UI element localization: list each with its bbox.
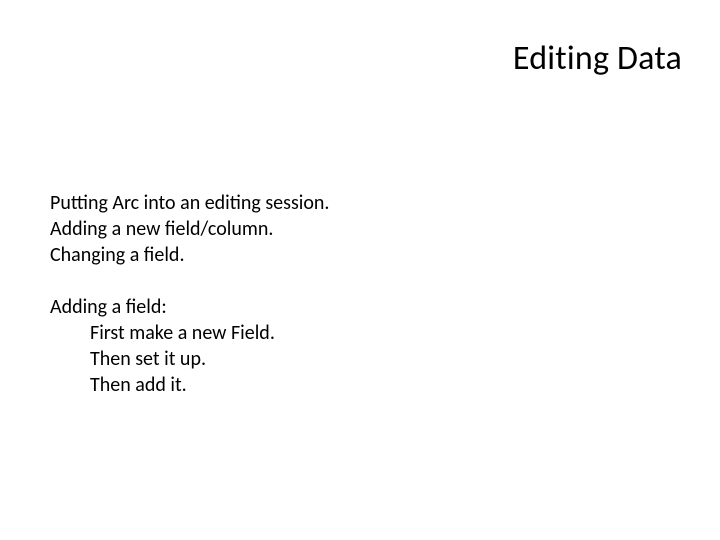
body-step: First make a new Field. [50,320,329,346]
body-step: Then set it up. [50,346,329,372]
paragraph-session-topics: Putting Arc into an editing session. Add… [50,190,329,268]
body-line: Changing a field. [50,242,329,268]
body-line: Adding a new field/column. [50,216,329,242]
body-subheader: Adding a field: [50,294,329,320]
body-line: Putting Arc into an editing session. [50,190,329,216]
paragraph-adding-field: Adding a field: First make a new Field. … [50,294,329,398]
body-step: Then add it. [50,372,329,398]
slide-title: Editing Data [513,38,682,79]
slide-body: Putting Arc into an editing session. Add… [50,190,329,424]
